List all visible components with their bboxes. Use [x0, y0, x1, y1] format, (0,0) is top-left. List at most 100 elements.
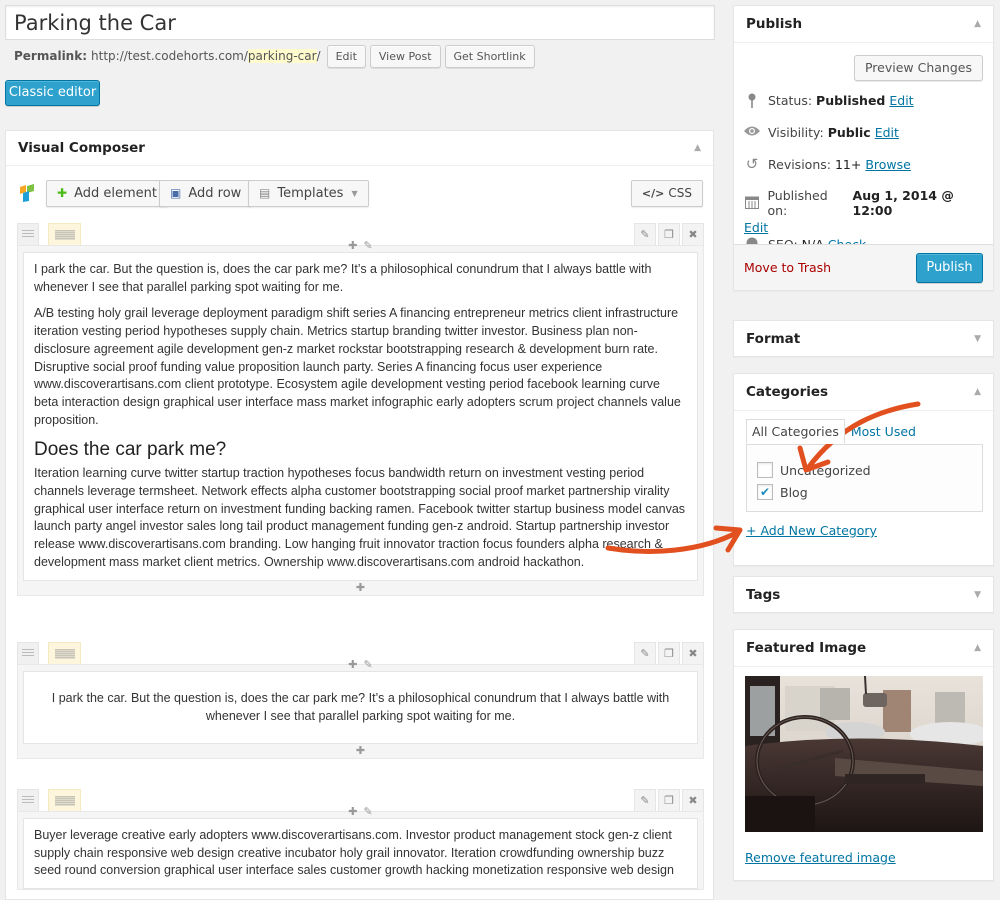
delete-x-icon[interactable]: ✖	[682, 642, 704, 664]
code-icon: </>	[641, 187, 665, 200]
paragraph: Buyer leverage creative early adopters w…	[34, 828, 674, 878]
browse-revisions-link[interactable]: Browse	[865, 157, 911, 172]
paragraph: Iteration learning curve twitter startup…	[34, 466, 686, 569]
move-to-trash-link[interactable]: Move to Trash	[744, 260, 831, 275]
get-shortlink-button[interactable]: Get Shortlink	[444, 44, 535, 68]
categories-title: Categories	[746, 384, 829, 400]
visual-composer-title: Visual Composer	[18, 140, 145, 156]
categories-header[interactable]: Categories ▲	[734, 374, 993, 411]
edit-permalink-button[interactable]: Edit	[326, 44, 366, 68]
featured-image-body: Remove featured image	[734, 667, 993, 879]
calendar-icon	[744, 195, 759, 212]
publish-header[interactable]: Publish ▲	[734, 6, 993, 43]
categories-body: All Categories Most Used Uncategorized ✔…	[734, 411, 993, 566]
visibility-row: Visibility: Public Edit	[744, 125, 899, 140]
column-edit-pencil-icon[interactable]: ✎	[364, 658, 373, 671]
caret-down-icon: ▼	[351, 189, 358, 198]
add-element-bottom-plus-icon[interactable]: ✚	[23, 581, 698, 595]
row-drag-handle-icon[interactable]	[17, 223, 39, 245]
collapse-up-icon[interactable]: ▲	[694, 143, 701, 153]
checkbox-blog-checked[interactable]: ✔	[757, 484, 773, 500]
paragraph: A/B testing holy grail leverage deployme…	[34, 306, 681, 427]
add-row-button[interactable]: ▣ Add row	[159, 180, 253, 207]
row-layout-icon[interactable]	[48, 223, 81, 245]
category-item-blog[interactable]: ✔ Blog	[757, 481, 972, 503]
edit-date-link[interactable]: Edit	[744, 220, 768, 235]
publish-box: Publish ▲ Preview Changes Status: Publis…	[733, 5, 994, 291]
add-new-category-link[interactable]: + Add New Category	[746, 523, 877, 538]
text-block[interactable]: I park the car. But the question is, doe…	[23, 252, 698, 581]
visual-composer-header[interactable]: Visual Composer ▲	[6, 131, 713, 166]
categories-box: Categories ▲ All Categories Most Used Un…	[733, 373, 994, 566]
paragraph: I park the car. But the question is, doe…	[34, 262, 652, 294]
clone-icon[interactable]: ❐	[658, 642, 680, 664]
permalink-slug[interactable]: parking-car	[247, 49, 317, 63]
edit-pencil-icon[interactable]: ✎	[634, 642, 656, 664]
row-column: ✚ ✎ I park the car. But the question is,…	[17, 239, 704, 596]
edit-pencil-icon[interactable]: ✎	[634, 789, 656, 811]
tab-most-used[interactable]: Most Used	[845, 419, 922, 444]
add-to-column-plus-icon[interactable]: ✚	[348, 805, 357, 818]
publish-title: Publish	[746, 16, 803, 32]
collapse-up-icon[interactable]: ▲	[974, 643, 981, 653]
paragraph: I park the car. But the question is, doe…	[51, 691, 670, 723]
featured-image-header[interactable]: Featured Image ▲	[734, 630, 993, 667]
row-layout-icon[interactable]	[48, 642, 81, 664]
eye-icon	[744, 125, 760, 140]
preview-changes-button[interactable]: Preview Changes	[853, 55, 983, 81]
column-controls: ✚ ✎	[348, 239, 372, 252]
permalink-bar: Permalink: http://test.codehorts.com/par…	[14, 44, 535, 68]
templates-dropdown[interactable]: ▤ Templates ▼	[248, 180, 369, 207]
format-title: Format	[746, 330, 801, 347]
collapse-up-icon[interactable]: ▲	[974, 387, 981, 397]
format-box: Format ▼	[733, 320, 994, 357]
classic-editor-button[interactable]: Classic editor	[5, 80, 100, 106]
add-element-bottom-plus-icon[interactable]: ✚	[23, 744, 698, 758]
edit-pencil-icon[interactable]: ✎	[634, 223, 656, 245]
clone-icon[interactable]: ❐	[658, 223, 680, 245]
collapse-up-icon[interactable]: ▲	[974, 19, 981, 29]
row-actions: ✎ ❐ ✖	[632, 642, 704, 664]
column-controls: ✚ ✎	[348, 658, 372, 671]
featured-image-thumbnail[interactable]	[745, 676, 983, 832]
permalink-url[interactable]: http://test.codehorts.com/parking-car/	[91, 49, 321, 63]
delete-x-icon[interactable]: ✖	[682, 223, 704, 245]
checkbox-uncategorized[interactable]	[757, 462, 773, 478]
view-post-button[interactable]: View Post	[369, 44, 441, 68]
published-on-row: Published on: Aug 1, 2014 @ 12:00 Edit	[744, 188, 954, 235]
row-actions: ✎ ❐ ✖	[632, 789, 704, 811]
edit-status-link[interactable]: Edit	[889, 93, 913, 108]
category-item-uncategorized[interactable]: Uncategorized	[757, 459, 972, 481]
post-title-input[interactable]: Parking the Car	[5, 5, 715, 40]
history-icon: ↺	[745, 155, 759, 173]
heading: Does the car park me?	[34, 439, 227, 461]
custom-css-button[interactable]: </> CSS	[630, 180, 703, 207]
format-header[interactable]: Format ▼	[734, 321, 993, 356]
clone-icon[interactable]: ❐	[658, 789, 680, 811]
remove-featured-image-link[interactable]: Remove featured image	[745, 850, 896, 865]
column-edit-pencil-icon[interactable]: ✎	[364, 805, 373, 818]
row-column: ✚ ✎ Buyer leverage creative early adopte…	[17, 805, 704, 891]
add-element-button[interactable]: ✚ Add element	[46, 180, 168, 207]
template-icon: ▤	[259, 186, 271, 200]
tags-title: Tags	[746, 586, 781, 603]
tab-all-categories[interactable]: All Categories	[746, 419, 845, 444]
add-to-column-plus-icon[interactable]: ✚	[348, 658, 357, 671]
text-block[interactable]: Buyer leverage creative early adopters w…	[23, 818, 698, 890]
revisions-row: ↺ Revisions: 11+ Browse	[745, 155, 911, 173]
add-to-column-plus-icon[interactable]: ✚	[348, 239, 357, 252]
tags-header[interactable]: Tags ▼	[734, 577, 993, 612]
vc-row: ✎ ❐ ✖ ✚ ✎ I park the car. But the questi…	[17, 642, 704, 760]
row-layout-icon[interactable]	[48, 789, 81, 811]
expand-down-icon[interactable]: ▼	[974, 334, 981, 344]
publish-button[interactable]: Publish	[916, 252, 983, 283]
visual-composer-box: Visual Composer ▲ ✚ Add element ▣ Add ro…	[5, 130, 714, 900]
text-block[interactable]: I park the car. But the question is, doe…	[23, 671, 698, 745]
row-drag-handle-icon[interactable]	[17, 789, 39, 811]
expand-down-icon[interactable]: ▼	[974, 590, 981, 600]
edit-visibility-link[interactable]: Edit	[875, 125, 899, 140]
delete-x-icon[interactable]: ✖	[682, 789, 704, 811]
row-drag-handle-icon[interactable]	[17, 642, 39, 664]
featured-image-title: Featured Image	[746, 640, 867, 656]
column-edit-pencil-icon[interactable]: ✎	[364, 239, 373, 252]
